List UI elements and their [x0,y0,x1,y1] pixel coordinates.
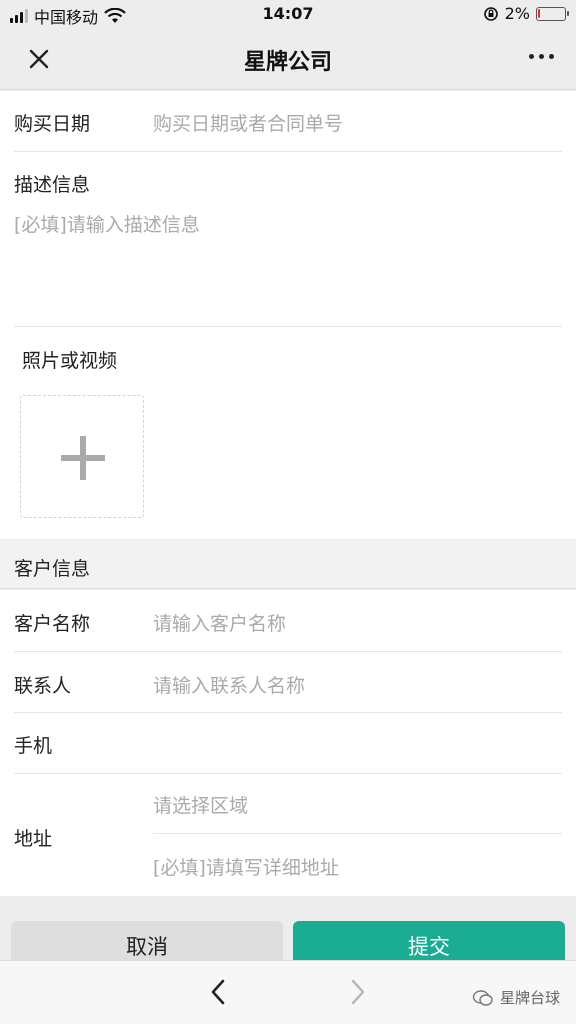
battery-icon [536,6,569,21]
back-arrow-icon[interactable] [206,977,230,1007]
phone-row[interactable]: 手机 [14,713,562,774]
contact-row[interactable]: 联系人 请输入联系人名称 [14,652,562,713]
battery-percent: 2% [504,4,530,23]
battery-level [538,8,540,18]
purchase-date-input[interactable]: 购买日期或者合同单号 [153,109,343,136]
address-row: 地址 请选择区域 [必填]请填写详细地址 [14,774,562,896]
browser-bottom-bar: 星牌台球 [0,960,576,1024]
customer-name-row[interactable]: 客户名称 请输入客户名称 [14,590,562,652]
purchase-date-row[interactable]: 购买日期 购买日期或者合同单号 [14,91,562,152]
forward-arrow-icon[interactable] [346,977,370,1007]
wechat-icon [472,989,493,1006]
address-label: 地址 [14,828,53,850]
page-title: 星牌公司 [243,50,332,75]
status-bar: 中国移动 14:07 2% [0,0,576,28]
watermark: 星牌台球 [472,987,560,1008]
customer-section: 客户名称 请输入客户名称 联系人 请输入联系人名称 手机 地址 请选择区域 [必… [0,590,576,896]
watermark-text: 星牌台球 [499,989,560,1007]
add-media-button[interactable] [20,395,144,518]
contact-label: 联系人 [14,675,72,697]
description-label: 描述信息 [14,174,91,196]
customer-name-input[interactable]: 请输入客户名称 [153,609,286,636]
region-placeholder: 请选择区域 [153,795,249,817]
media-label: 照片或视频 [22,350,118,372]
address-detail-input[interactable]: [必填]请填写详细地址 [153,853,339,880]
contact-input[interactable]: 请输入联系人名称 [153,671,305,698]
customer-group-header: 客户信息 [0,540,576,589]
more-icon[interactable] [529,54,554,59]
purchase-date-label: 购买日期 [14,113,91,135]
nav-bar: 星牌公司 [0,28,576,90]
region-select[interactable]: 请选择区域 [153,774,562,834]
customer-name-label: 客户名称 [14,613,91,635]
phone-label: 手机 [14,735,53,757]
orientation-lock-icon [483,6,498,21]
customer-group-label: 客户信息 [14,558,91,580]
description-textarea[interactable]: [必填]请输入描述信息 [14,210,200,237]
status-right: 2% [483,4,569,23]
description-row[interactable]: 描述信息 [必填]请输入描述信息 [14,152,562,327]
